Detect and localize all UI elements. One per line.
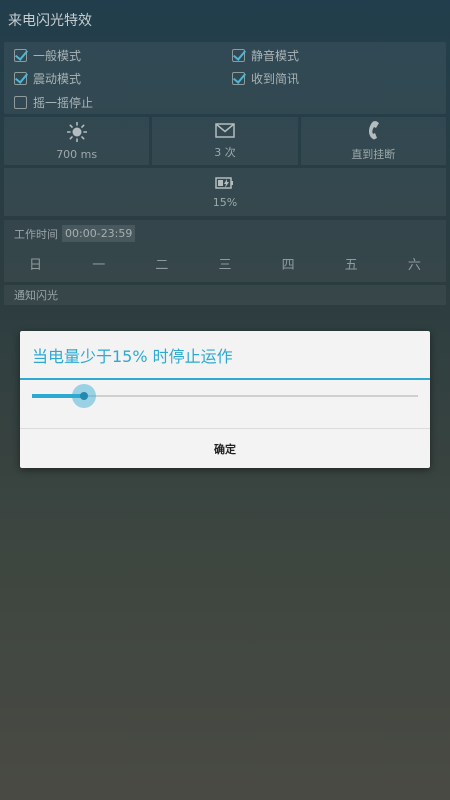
mode-panel: 一般模式 静音模式 震动模式 收到简讯 摇一摇停止 bbox=[4, 42, 446, 114]
sun-icon bbox=[66, 121, 87, 142]
notify-flash-label: 通知闪光 bbox=[14, 289, 58, 302]
worktime-row: 工作时间 00:00-23:59 bbox=[14, 225, 136, 242]
checkbox-label: 静音模式 bbox=[251, 48, 300, 63]
notify-flash-item[interactable]: 通知闪光 bbox=[4, 285, 446, 305]
worktime-label: 工作时间 bbox=[14, 227, 58, 241]
day-mon[interactable]: 一 bbox=[79, 254, 119, 273]
checkbox-normal-mode[interactable]: 一般模式 bbox=[14, 45, 81, 65]
battery-slider[interactable] bbox=[32, 384, 418, 408]
worktime-panel: 工作时间 00:00-23:59 日 一 二 三 四 五 六 bbox=[4, 220, 446, 282]
flash-speed-tile[interactable]: 700 ms bbox=[4, 117, 150, 165]
checkbox-silent-mode[interactable]: 静音模式 bbox=[232, 45, 299, 65]
day-thu[interactable]: 四 bbox=[268, 254, 308, 273]
checkbox-label: 一般模式 bbox=[33, 48, 82, 63]
dialog-title: 当电量少于15% 时停止运作 bbox=[32, 347, 233, 366]
checkbox-shake-stop[interactable]: 摇一摇停止 bbox=[14, 92, 93, 112]
duration-value: 直到挂断 bbox=[351, 148, 396, 161]
checkbox-sms[interactable]: 收到简讯 bbox=[232, 68, 299, 88]
app-title-bar: 来电闪光特效 bbox=[0, 0, 450, 40]
envelope-icon bbox=[215, 122, 235, 138]
checkbox-label: 震动模式 bbox=[33, 71, 82, 86]
phone-icon bbox=[369, 121, 380, 140]
checkbox-label: 收到简讯 bbox=[251, 71, 300, 86]
day-wed[interactable]: 三 bbox=[205, 254, 245, 273]
worktime-end: 23:59 bbox=[100, 227, 133, 240]
checkbox-icon bbox=[14, 71, 27, 85]
checkbox-label: 摇一摇停止 bbox=[33, 95, 94, 110]
checkbox-vibrate-mode[interactable]: 震动模式 bbox=[14, 68, 81, 88]
battery-dialog: 当电量少于15% 时停止运作 确定 bbox=[20, 331, 430, 468]
day-sat[interactable]: 六 bbox=[394, 254, 434, 273]
app-title: 来电闪光特效 bbox=[8, 13, 92, 29]
battery-threshold-tile[interactable]: 15% bbox=[4, 168, 446, 216]
slider-thumb[interactable] bbox=[80, 392, 88, 400]
checkbox-icon bbox=[14, 95, 27, 109]
flash-count-tile[interactable]: 3 次 bbox=[152, 117, 298, 165]
day-tue[interactable]: 二 bbox=[142, 254, 182, 273]
checkbox-icon bbox=[14, 48, 27, 62]
battery-threshold-value: 15% bbox=[212, 195, 238, 209]
worktime-range[interactable]: 00:00-23:59 bbox=[62, 225, 136, 242]
worktime-start: 00:00 bbox=[65, 227, 97, 240]
weekday-row: 日 一 二 三 四 五 六 bbox=[4, 254, 446, 273]
ok-button[interactable]: 确定 bbox=[20, 429, 430, 468]
checkbox-icon bbox=[232, 48, 245, 62]
settings-tiles: 700 ms 3 次 直到挂断 bbox=[4, 117, 446, 165]
day-fri[interactable]: 五 bbox=[331, 254, 371, 273]
dialog-title-divider bbox=[20, 378, 430, 380]
day-sun[interactable]: 日 bbox=[16, 254, 56, 273]
flash-count-value: 3 次 bbox=[214, 145, 236, 159]
battery-icon bbox=[215, 176, 233, 189]
duration-tile[interactable]: 直到挂断 bbox=[300, 117, 446, 165]
checkbox-icon bbox=[232, 71, 245, 85]
flash-speed-value: 700 ms bbox=[56, 147, 98, 161]
